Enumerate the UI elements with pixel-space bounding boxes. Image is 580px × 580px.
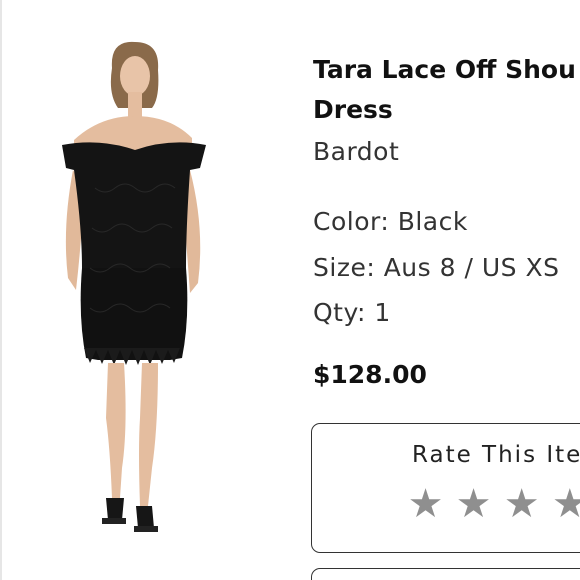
divider: [0, 0, 2, 580]
product-title-line-2[interactable]: Dress: [313, 90, 580, 130]
color-attribute: Color: Black: [313, 207, 468, 236]
order-item-page: Tara Lace Off Shou Dress Bardot Color: B…: [0, 0, 580, 580]
rate-item-card: Rate This Ite ★ ★ ★ ★ ★: [311, 423, 580, 553]
size-attribute: Size: Aus 8 / US XS: [313, 253, 560, 282]
quantity-attribute: Qty: 1: [313, 298, 391, 327]
star-rating: ★ ★ ★ ★ ★: [404, 480, 580, 528]
product-title-line-1[interactable]: Tara Lace Off Shou: [313, 50, 580, 90]
star-icon[interactable]: ★: [404, 480, 447, 528]
product-image[interactable]: [40, 28, 220, 553]
star-icon[interactable]: ★: [548, 480, 580, 528]
brand-name: Bardot: [313, 137, 400, 166]
product-details: Tara Lace Off Shou Dress Bardot Color: B…: [313, 50, 580, 389]
star-icon[interactable]: ★: [500, 480, 543, 528]
price: $128.00: [313, 360, 427, 389]
rate-item-label: Rate This Ite: [412, 442, 580, 468]
next-card[interactable]: [311, 568, 580, 580]
star-icon[interactable]: ★: [452, 480, 495, 528]
